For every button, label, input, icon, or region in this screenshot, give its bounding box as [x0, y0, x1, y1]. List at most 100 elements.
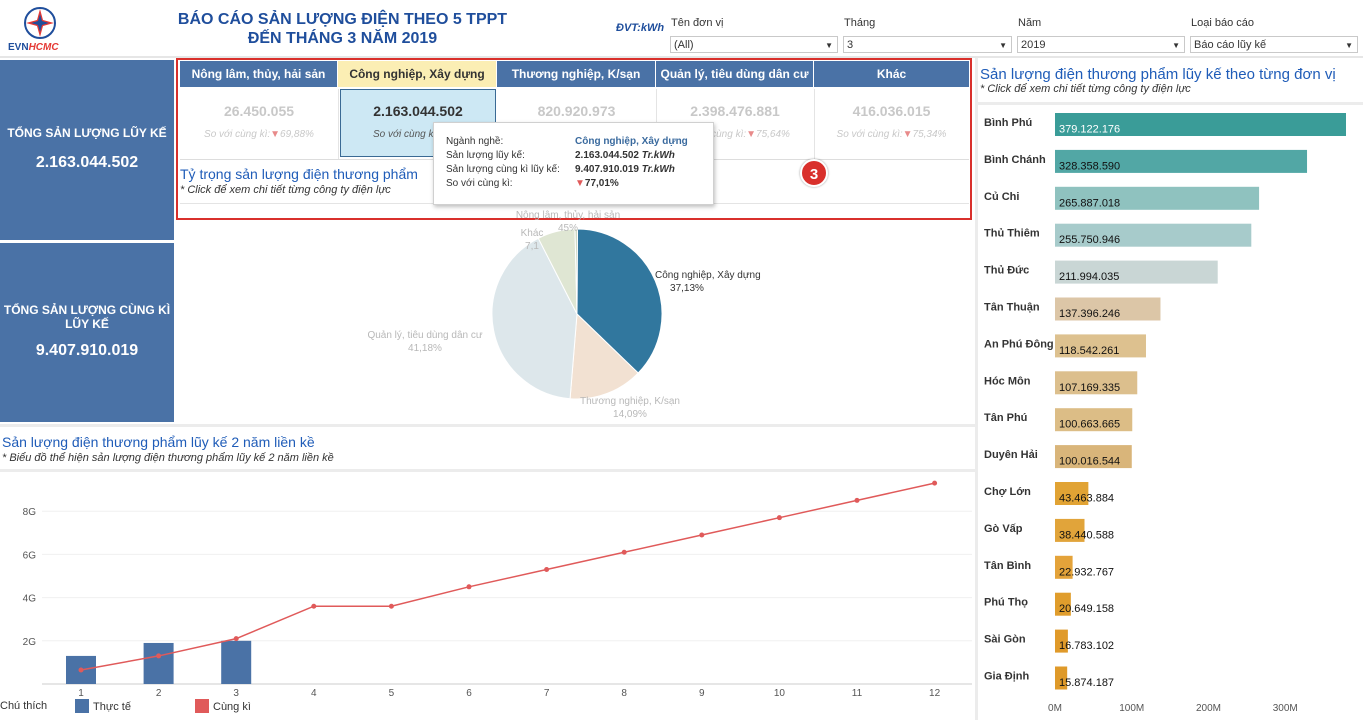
chevron-down-icon: ▼ [1345, 41, 1353, 50]
x-tick-label: 7 [544, 688, 550, 698]
bar-section-subtitle: * Click để xem chi tiết từng công ty điệ… [980, 83, 1191, 95]
category-cell[interactable]: 416.036.015 So với cùng kì:▼75,34% [814, 89, 969, 157]
kpi-same-period-label: TỔNG SẢN LƯỢNG CÙNG KÌ LŨY KẾ [3, 303, 171, 331]
legend-actual-label: Thực tế [93, 701, 131, 713]
x-tick-label: 5 [389, 688, 395, 698]
filter-year-select[interactable]: 2019 ▼ [1017, 36, 1185, 53]
category-cell[interactable]: 26.450.055 So với cùng kì:▼69,88% [180, 89, 338, 157]
line-point[interactable] [776, 515, 782, 521]
legend-same-period-swatch [195, 699, 209, 713]
category-header-selected[interactable]: Công nghiệp, Xây dựng [338, 61, 497, 87]
line-point[interactable] [233, 636, 239, 642]
x-tick-label: 12 [929, 688, 941, 698]
pie-percent: 41,18% [408, 343, 442, 354]
chevron-down-icon: ▼ [999, 41, 1007, 50]
unit-label[interactable]: Bình Phú [984, 117, 1032, 129]
category-header[interactable]: Nông lâm, thủy, hải sản [180, 61, 338, 87]
unit-value: 16.783.102 [1059, 640, 1114, 652]
kpi-same-period[interactable]: TỔNG SẢN LƯỢNG CÙNG KÌ LŨY KẾ 9.407.910.0… [0, 243, 174, 422]
kpi-cumulative[interactable]: TỔNG SẢN LƯỢNG LŨY KẾ 2.163.044.502 [0, 60, 174, 240]
tooltip-label: Sản lượng lũy kế: [446, 150, 525, 161]
divider [338, 89, 339, 159]
unit-label[interactable]: Tân Phú [984, 412, 1027, 424]
line-point[interactable] [466, 584, 472, 590]
bar-actual[interactable] [143, 642, 174, 684]
bar-actual[interactable] [221, 640, 252, 684]
x-tick-label: 3 [233, 688, 239, 698]
kpi-cumulative-value: 2.163.044.502 [35, 154, 139, 171]
unit-value: 118.542.261 [1059, 345, 1119, 357]
unit-value: 211.994.035 [1059, 271, 1119, 283]
pie-label: Công nghiệp, Xây dựng [655, 270, 761, 281]
unit-label[interactable]: Duyên Hải [984, 449, 1038, 461]
bar-section-title: Sản lượng điện thương phẩm lũy kế theo t… [980, 66, 1336, 83]
unit-label[interactable]: Thủ Đức [984, 265, 1029, 277]
pie-label: Khác [521, 228, 544, 239]
divider [0, 424, 975, 427]
category-header[interactable]: Quản lý, tiêu dùng dân cư [656, 61, 814, 87]
filter-month-select[interactable]: 3 ▼ [843, 36, 1012, 53]
category-header[interactable]: Khác [814, 61, 969, 87]
y-tick-label: 2G [23, 637, 37, 648]
y-tick-label: 8G [23, 507, 37, 518]
tooltip-value: Công nghiệp, Xây dựng [575, 136, 688, 147]
filter-unit-label: Tên đơn vị [671, 17, 724, 29]
line-point[interactable] [932, 480, 938, 486]
category-compare: So với cùng kì:▼69,88% [204, 129, 314, 140]
x-tick-label: 0M [1048, 703, 1062, 714]
tooltip-label: Ngành nghề: [446, 136, 504, 147]
x-tick-label: 2 [156, 688, 162, 698]
down-triangle-icon: ▼ [902, 129, 913, 140]
tooltip-label: Sản lượng cùng kì lũy kế: [446, 164, 560, 175]
category-value: 2.163.044.502 [373, 103, 463, 119]
unit-label[interactable]: An Phú Đông [984, 338, 1054, 350]
unit-label[interactable]: Phú Thọ [984, 597, 1028, 609]
pie-label: Nông lâm, thủy, hải sản [516, 209, 620, 221]
unit-label[interactable]: Gia Định [984, 671, 1030, 683]
page-title: BÁO CÁO SẢN LƯỢNG ĐIỆN THEO 5 TPPT ĐẾN T… [177, 11, 508, 47]
unit-value: 15.874.187 [1059, 677, 1114, 689]
unit-label[interactable]: Chợ Lớn [984, 486, 1031, 498]
line-point[interactable] [544, 567, 550, 573]
logo-text: EVNHCMC [8, 42, 59, 53]
unit-label[interactable]: Hóc Môn [984, 375, 1031, 387]
line-section-subtitle: * Biểu đồ thể hiện sản lượng điện thương… [2, 452, 334, 464]
unit-label[interactable]: Tân Thuận [984, 302, 1040, 314]
filter-report-select[interactable]: Báo cáo lũy kế ▼ [1190, 36, 1358, 53]
y-tick-label: 4G [23, 594, 37, 605]
pie-chart: Công nghiệp, Xây dựng 37,13% Thương nghiệp… [367, 209, 761, 420]
line-point[interactable] [621, 549, 627, 555]
line-point[interactable] [156, 653, 162, 659]
legend-same-period-label: Cùng kì [213, 701, 251, 713]
line-point[interactable] [78, 667, 84, 673]
filter-unit-select[interactable]: (All) ▼ [670, 36, 838, 53]
logo: EVNHCMC [8, 6, 68, 54]
filter-month-label: Tháng [844, 17, 876, 29]
line-point[interactable] [388, 603, 394, 609]
kpi-cumulative-label: TỔNG SẢN LƯỢNG LŨY KẾ [7, 126, 167, 140]
unit-value: 22.932.767 [1059, 566, 1114, 578]
tooltip-value: 2.163.044.502 Tr.kWh [575, 150, 675, 161]
category-value: 416.036.015 [852, 103, 931, 119]
unit-value: 379.122.176 [1059, 124, 1120, 136]
tooltip-value: 9.407.910.019 Tr.kWh [575, 164, 675, 175]
step-badge: 3 [800, 159, 828, 187]
unit-label[interactable]: Thủ Thiêm [984, 228, 1040, 240]
category-value: 26.450.055 [223, 103, 295, 119]
pie-percent: 37,13% [670, 283, 704, 294]
category-header[interactable]: Thương nghiệp, K/sạn [497, 61, 656, 87]
unit-value: 20.649.158 [1059, 603, 1114, 615]
unit-label: ĐVT:kWh [616, 22, 665, 34]
unit-label[interactable]: Bình Chánh [984, 154, 1046, 166]
line-point[interactable] [699, 532, 705, 538]
line-section-title: Sản lượng điện thương phẩm lũy kế 2 năm … [2, 434, 315, 450]
chevron-down-icon: ▼ [1172, 41, 1180, 50]
line-point[interactable] [854, 497, 860, 503]
line-point[interactable] [311, 603, 317, 609]
unit-label[interactable]: Gò Vấp [984, 523, 1023, 535]
unit-label[interactable]: Tân Bình [984, 560, 1031, 572]
x-tick-label: 9 [699, 688, 705, 698]
unit-label[interactable]: Sài Gòn [984, 634, 1026, 646]
tooltip: Ngành nghề: Công nghiệp, Xây dựng Sản lư… [433, 122, 714, 205]
unit-label[interactable]: Củ Chi [984, 191, 1019, 203]
